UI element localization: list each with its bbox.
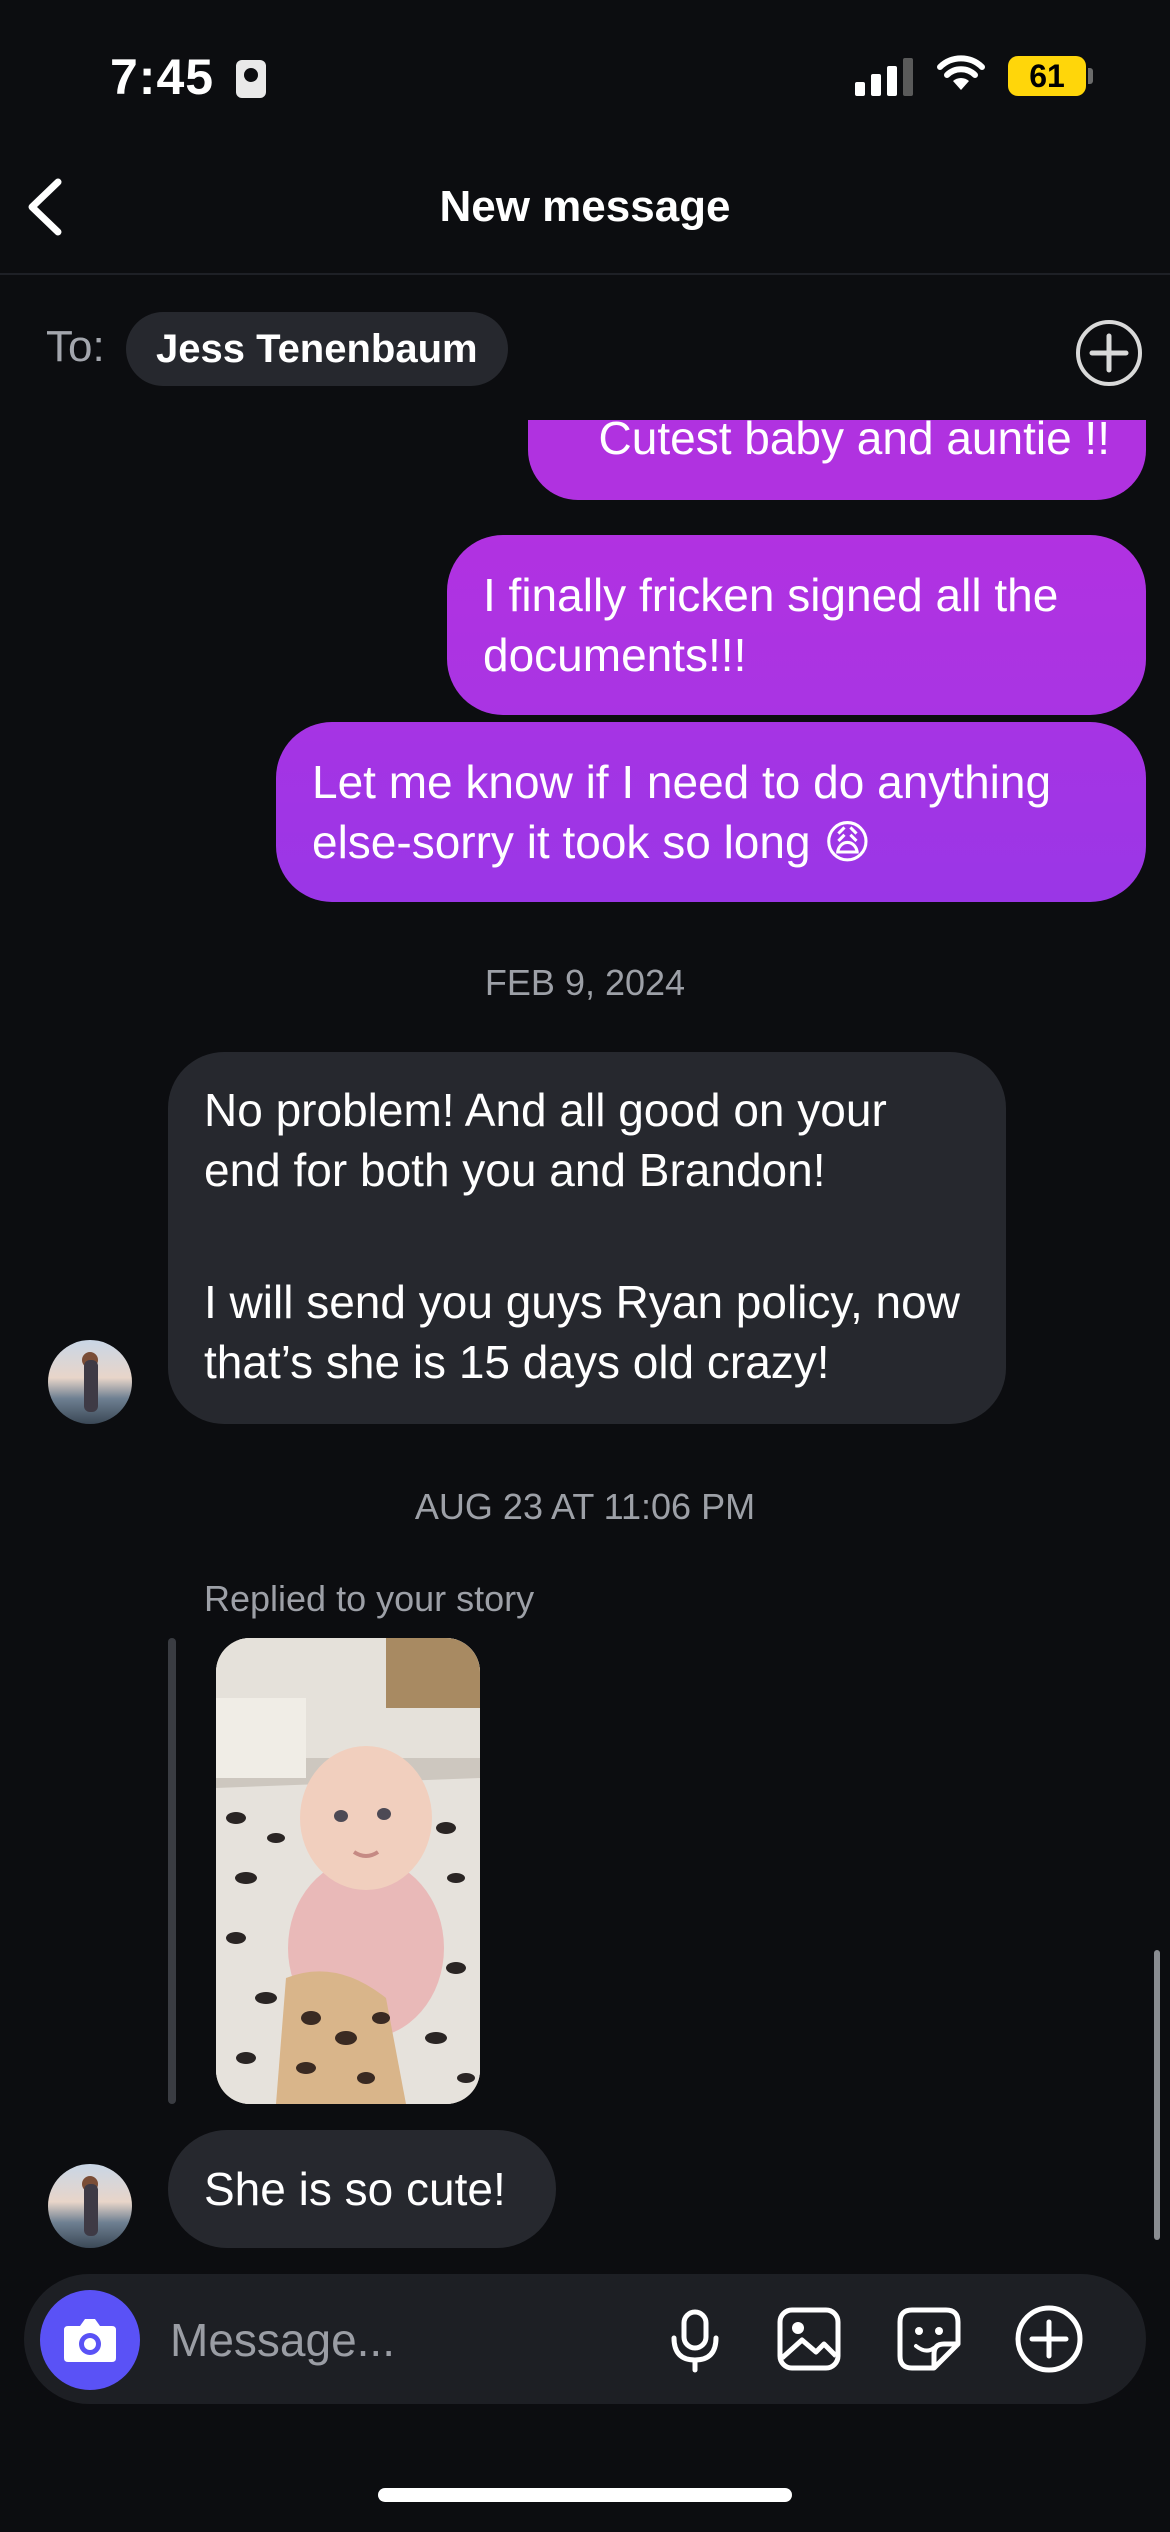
message-text: I finally fricken signed all the documen… xyxy=(483,569,1059,681)
camera-icon xyxy=(64,2319,116,2362)
message-text: I will send you guys Ryan policy, now th… xyxy=(204,1276,960,1388)
sticker-icon[interactable] xyxy=(894,2304,964,2374)
date-separator: FEB 9, 2024 xyxy=(484,962,686,1003)
message-text: She is so cute! xyxy=(204,2163,506,2215)
home-indicator[interactable] xyxy=(378,2488,792,2502)
add-recipient-icon[interactable] xyxy=(1074,318,1144,388)
add-attachment-icon[interactable] xyxy=(1014,2304,1084,2374)
avatar[interactable] xyxy=(48,1340,132,1424)
header-divider xyxy=(0,273,1170,275)
message-bubble-outgoing[interactable]: Let me know if I need to do anything els… xyxy=(276,722,1146,902)
baby-photo-image xyxy=(216,1638,480,2104)
message-text: Cutest baby and auntie !! xyxy=(598,420,1110,464)
sim-card-icon xyxy=(236,60,266,98)
page-title: New message xyxy=(439,182,731,231)
scrollbar[interactable] xyxy=(1154,1950,1160,2240)
message-bubble-outgoing[interactable]: I finally fricken signed all the documen… xyxy=(447,535,1146,715)
recipient-chip[interactable]: Jess Tenenbaum xyxy=(126,312,508,386)
reply-quote-bar xyxy=(168,1638,176,2104)
battery-level: 61 xyxy=(1008,56,1086,96)
message-text: Let me know if I need to do anything els… xyxy=(312,756,1052,868)
date-separator: AUG 23 AT 11:06 PM xyxy=(414,1486,756,1527)
camera-button[interactable] xyxy=(40,2290,140,2390)
message-input[interactable]: Message... xyxy=(170,2310,395,2370)
avatar[interactable] xyxy=(48,2164,132,2248)
message-bubble-outgoing[interactable]: Cutest baby and auntie !! xyxy=(528,420,1146,500)
message-bubble-incoming[interactable]: No problem! And all good on your end for… xyxy=(168,1052,1006,1424)
microphone-icon[interactable] xyxy=(660,2304,730,2374)
story-thumbnail[interactable] xyxy=(216,1638,480,2104)
wifi-icon xyxy=(937,55,985,90)
cellular-signal-icon xyxy=(855,56,915,96)
message-text: No problem! And all good on your end for… xyxy=(204,1084,887,1196)
to-label: To: xyxy=(46,322,105,371)
story-reply-label: Replied to your story xyxy=(204,1578,535,1619)
battery-cap xyxy=(1088,68,1093,84)
status-time: 7:45 xyxy=(110,49,215,105)
message-bubble-incoming[interactable]: She is so cute! xyxy=(168,2130,556,2248)
gallery-icon[interactable] xyxy=(774,2304,844,2374)
